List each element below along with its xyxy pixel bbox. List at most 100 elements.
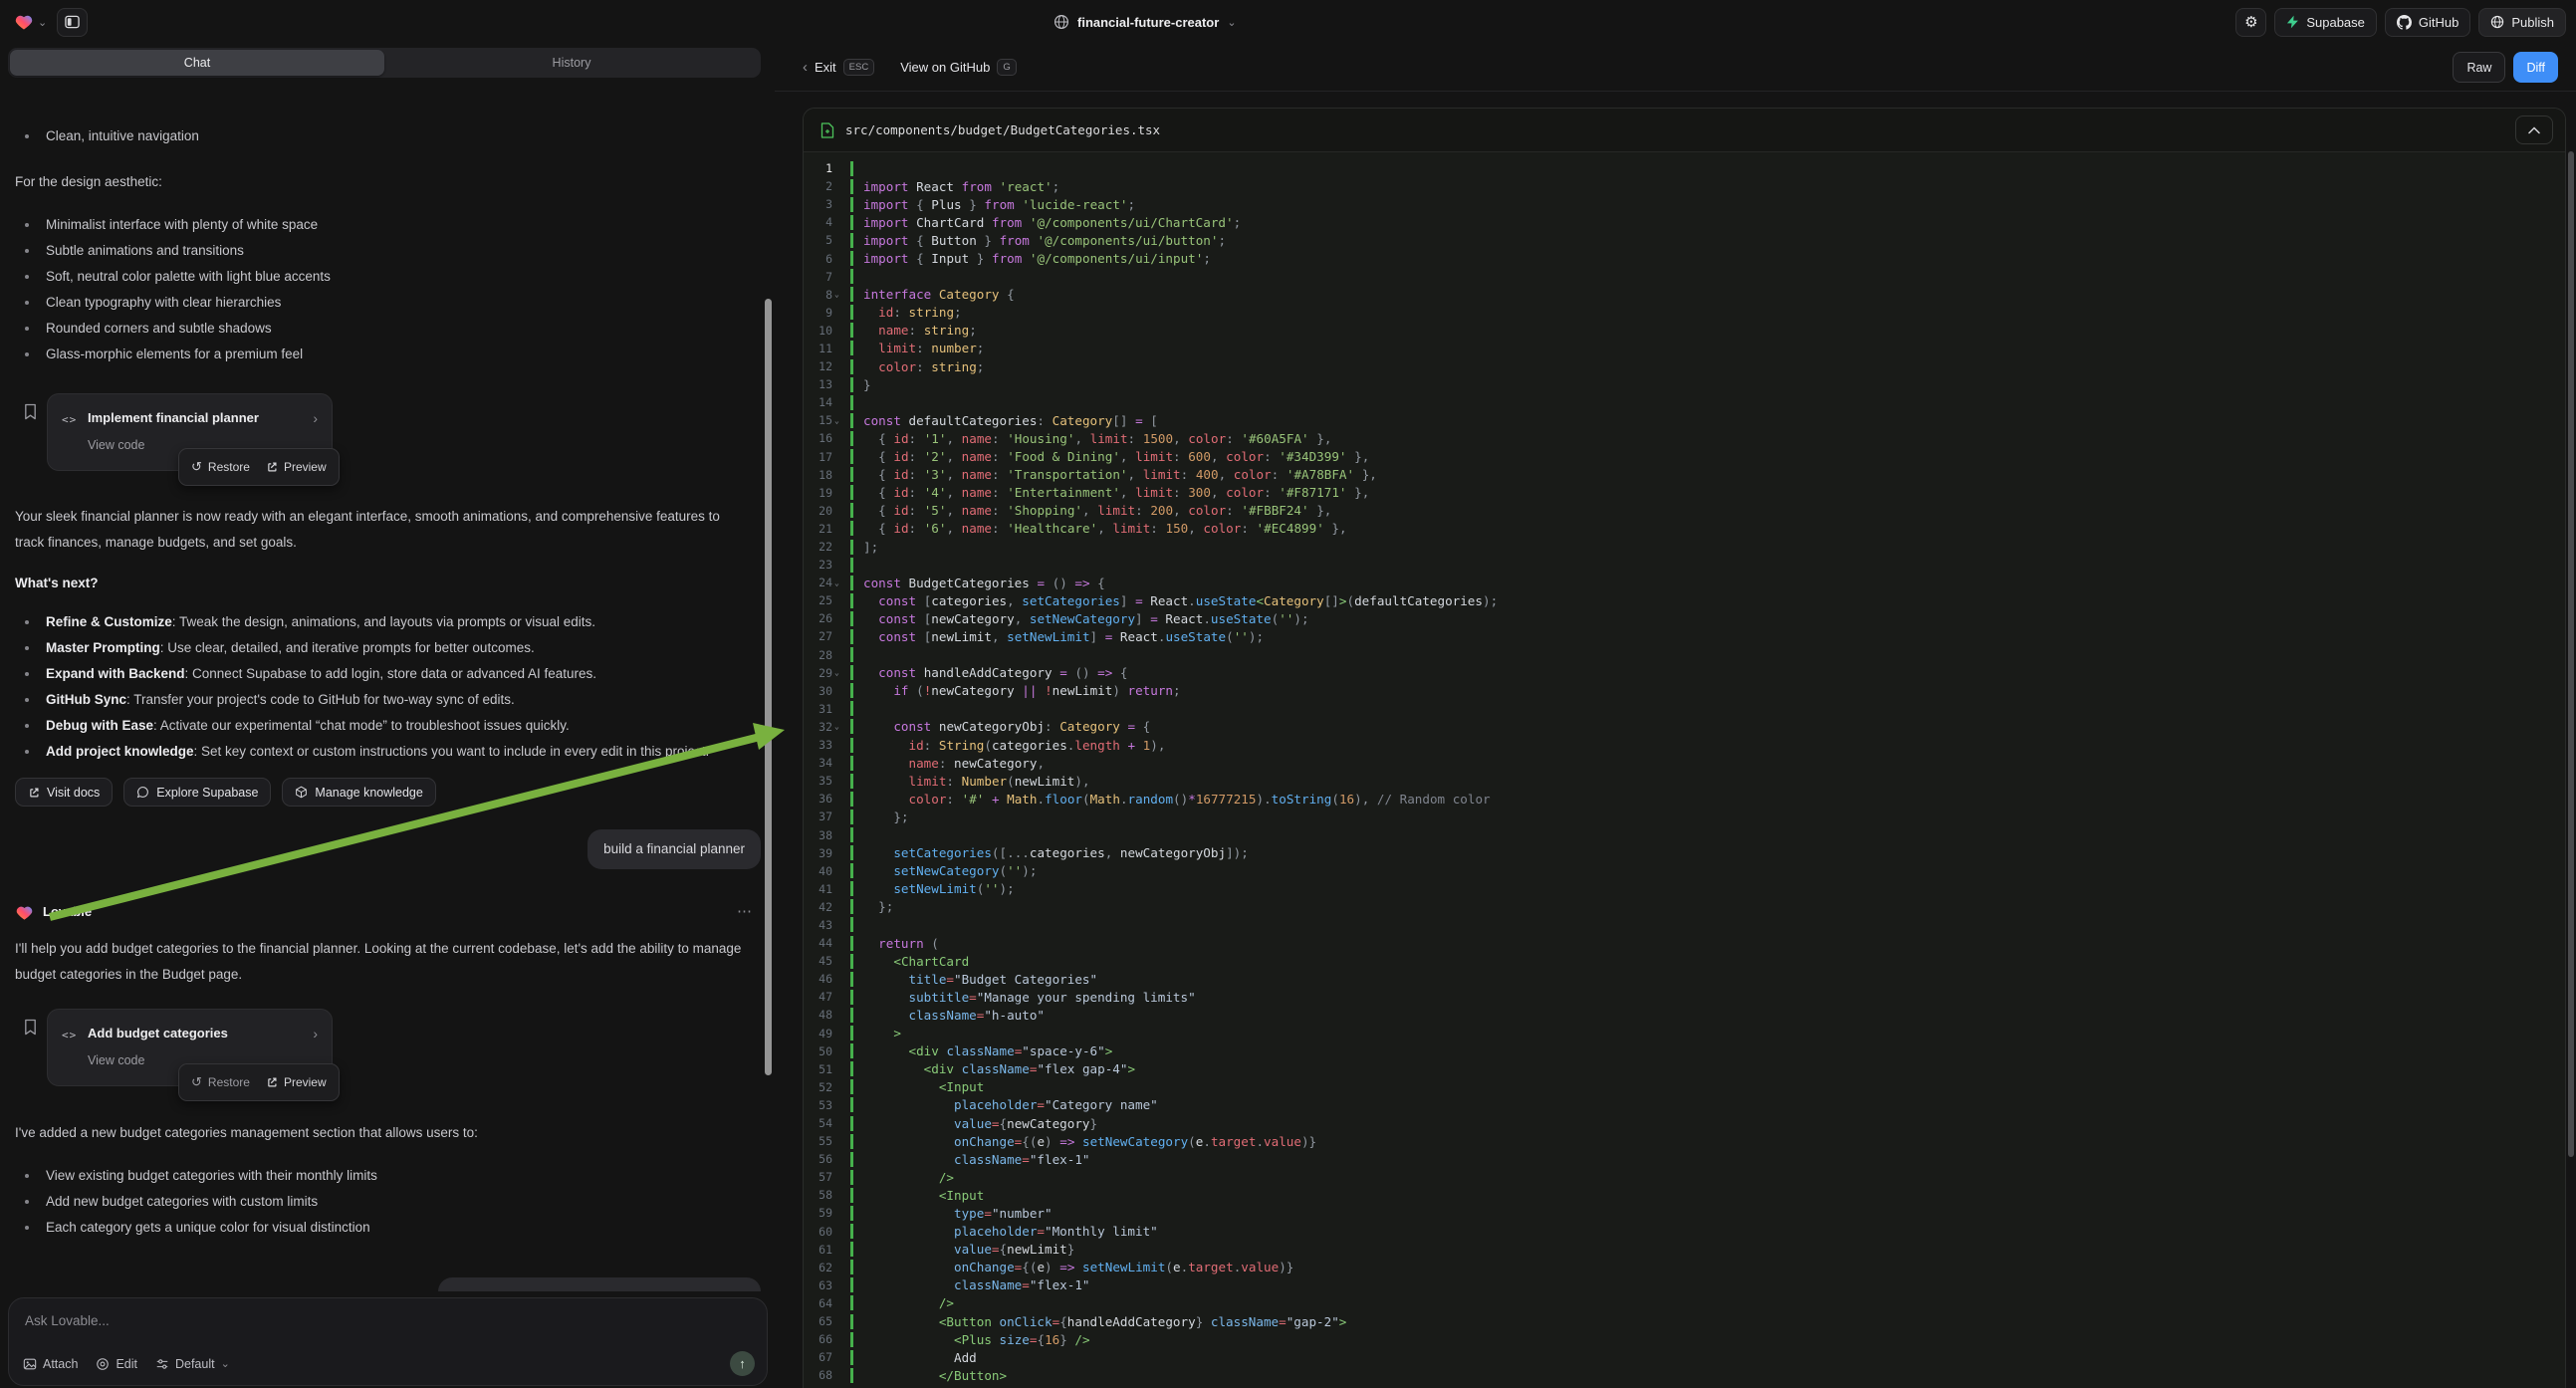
line-number[interactable]: 34 — [804, 756, 850, 770]
line-number[interactable]: 55 — [804, 1134, 850, 1148]
line-number[interactable]: 49 — [804, 1027, 850, 1041]
view-on-github-link[interactable]: View on GitHub G — [900, 59, 1016, 76]
line-number[interactable]: 36 — [804, 792, 850, 806]
line-number[interactable]: 46 — [804, 972, 850, 986]
line-number[interactable]: 61 — [804, 1243, 850, 1257]
line-number[interactable]: 10 — [804, 324, 850, 338]
line-number[interactable]: 31 — [804, 702, 850, 716]
line-number[interactable]: 21 — [804, 522, 850, 536]
bookmark-icon[interactable] — [23, 403, 38, 420]
code-editor[interactable]: 1 2import React from 'react';3import { P… — [804, 152, 2565, 1388]
visit-docs-button[interactable]: Visit docs — [15, 778, 113, 807]
line-number[interactable]: 6 — [804, 252, 850, 266]
lovable-logo-icon[interactable]: ⌄ — [14, 12, 47, 32]
line-number[interactable]: 56 — [804, 1152, 850, 1166]
line-number[interactable]: 51 — [804, 1062, 850, 1076]
restore-button[interactable]: ↺ Restore — [191, 454, 250, 480]
manage-knowledge-button[interactable]: Manage knowledge — [282, 778, 435, 807]
line-number[interactable]: 68 — [804, 1368, 850, 1382]
project-selector[interactable]: financial-future-creator ⌄ — [1054, 0, 1237, 44]
line-number[interactable]: 17 — [804, 450, 850, 464]
line-number[interactable]: 11 — [804, 342, 850, 355]
line-number[interactable]: 58 — [804, 1188, 850, 1202]
line-number[interactable]: 24⌄ — [804, 576, 850, 589]
line-number[interactable]: 25 — [804, 593, 850, 607]
line-number[interactable]: 18 — [804, 468, 850, 482]
send-button[interactable]: ↑ — [730, 1351, 755, 1376]
message-menu-button[interactable]: ⋯ — [737, 899, 753, 925]
line-number[interactable]: 1 — [804, 161, 850, 175]
line-number[interactable]: 26 — [804, 611, 850, 625]
attach-button[interactable]: Attach — [23, 1357, 78, 1371]
line-number[interactable]: 8⌄ — [804, 288, 850, 302]
edit-button[interactable]: Edit — [96, 1357, 137, 1371]
line-number[interactable]: 59 — [804, 1206, 850, 1220]
chat-scrollbar[interactable] — [765, 299, 772, 1075]
code-scrollbar[interactable] — [2568, 151, 2574, 1157]
line-number[interactable]: 40 — [804, 864, 850, 878]
publish-button[interactable]: Publish — [2478, 8, 2566, 37]
line-number[interactable]: 2 — [804, 179, 850, 193]
diff-button[interactable]: Diff — [2513, 52, 2558, 83]
line-number[interactable]: 19 — [804, 486, 850, 500]
toggle-sidebar-button[interactable] — [57, 8, 88, 37]
line-number[interactable]: 45 — [804, 954, 850, 968]
mode-selector[interactable]: Default ⌄ — [155, 1357, 230, 1371]
line-number[interactable]: 7 — [804, 270, 850, 284]
supabase-button[interactable]: Supabase — [2274, 8, 2377, 37]
view-code-link[interactable]: View code — [88, 1052, 144, 1068]
line-number[interactable]: 13 — [804, 377, 850, 391]
line-number[interactable]: 53 — [804, 1098, 850, 1112]
version-card[interactable]: <> Implement financial planner › View co… — [47, 393, 333, 471]
chat-input[interactable] — [25, 1313, 607, 1328]
line-number[interactable]: 27 — [804, 629, 850, 643]
settings-button[interactable]: ⚙ — [2235, 8, 2266, 37]
line-number[interactable]: 5 — [804, 233, 850, 247]
bookmark-icon[interactable] — [23, 1019, 38, 1036]
line-number[interactable]: 62 — [804, 1261, 850, 1274]
line-number[interactable]: 41 — [804, 882, 850, 896]
line-number[interactable]: 52 — [804, 1080, 850, 1094]
github-button[interactable]: GitHub — [2385, 8, 2470, 37]
line-number[interactable]: 38 — [804, 828, 850, 842]
line-number[interactable]: 66 — [804, 1332, 850, 1346]
line-number[interactable]: 65 — [804, 1314, 850, 1328]
line-number[interactable]: 15⌄ — [804, 413, 850, 427]
restore-button[interactable]: ↺ Restore — [191, 1069, 250, 1095]
line-number[interactable]: 9 — [804, 306, 850, 320]
line-number[interactable]: 35 — [804, 774, 850, 788]
line-number[interactable]: 3 — [804, 197, 850, 211]
line-number[interactable]: 57 — [804, 1170, 850, 1184]
raw-button[interactable]: Raw — [2453, 52, 2505, 83]
line-number[interactable]: 4 — [804, 215, 850, 229]
collapse-file-button[interactable] — [2515, 116, 2553, 144]
line-number[interactable]: 22 — [804, 540, 850, 554]
preview-button[interactable]: Preview — [266, 1069, 327, 1095]
line-number[interactable]: 50 — [804, 1044, 850, 1058]
explore-supabase-button[interactable]: Explore Supabase — [123, 778, 271, 807]
line-number[interactable]: 12 — [804, 359, 850, 373]
line-number[interactable]: 39 — [804, 846, 850, 860]
line-number[interactable]: 16 — [804, 431, 850, 445]
line-number[interactable]: 42 — [804, 900, 850, 914]
version-card[interactable]: <> Add budget categories › View code ↺ R… — [47, 1009, 333, 1086]
tab-history[interactable]: History — [384, 50, 759, 76]
view-code-link[interactable]: View code — [88, 437, 144, 453]
line-number[interactable]: 67 — [804, 1350, 850, 1364]
line-number[interactable]: 20 — [804, 504, 850, 518]
line-number[interactable]: 29⌄ — [804, 666, 850, 680]
line-number[interactable]: 43 — [804, 918, 850, 932]
line-number[interactable]: 23 — [804, 558, 850, 572]
exit-button[interactable]: ‹ Exit ESC — [803, 59, 874, 76]
line-number[interactable]: 60 — [804, 1225, 850, 1239]
line-number[interactable]: 32⌄ — [804, 720, 850, 734]
line-number[interactable]: 14 — [804, 395, 850, 409]
line-number[interactable]: 28 — [804, 648, 850, 662]
chat-scroll-area[interactable]: Clean, intuitive navigation For the desi… — [0, 80, 775, 1291]
line-number[interactable]: 54 — [804, 1116, 850, 1130]
line-number[interactable]: 64 — [804, 1296, 850, 1310]
line-number[interactable]: 37 — [804, 810, 850, 823]
line-number[interactable]: 30 — [804, 684, 850, 698]
line-number[interactable]: 47 — [804, 990, 850, 1004]
line-number[interactable]: 48 — [804, 1008, 850, 1022]
